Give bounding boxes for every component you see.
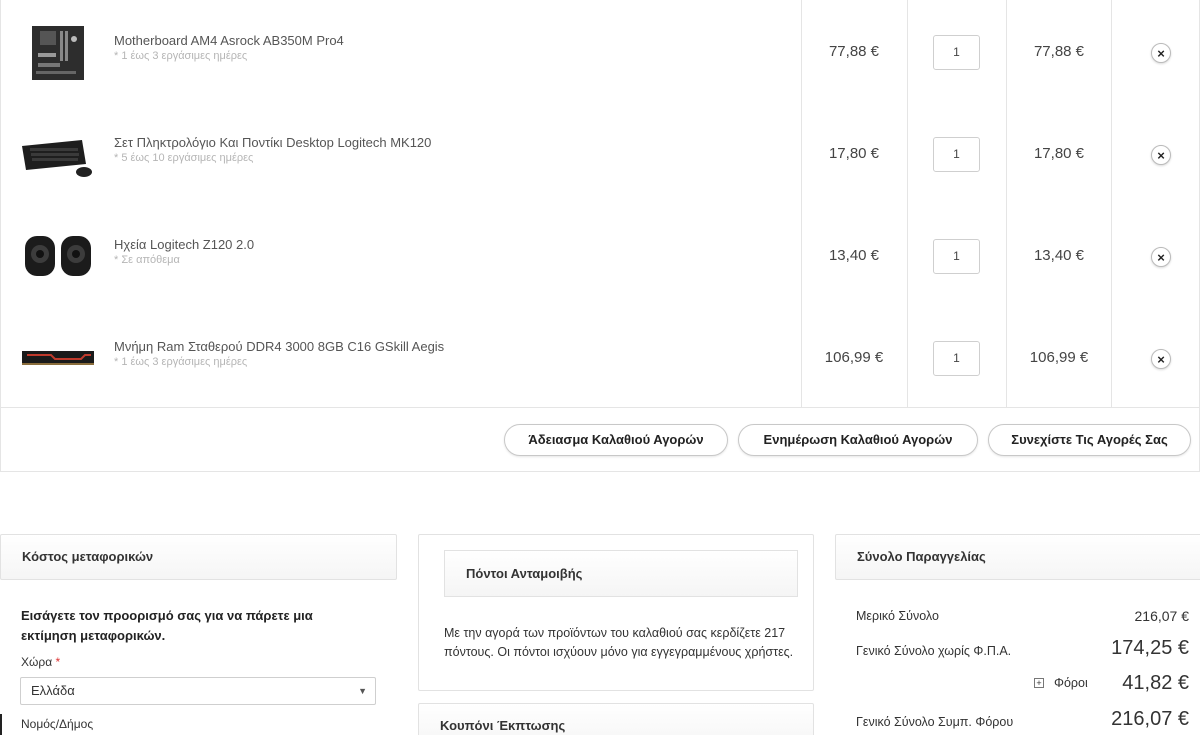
shipping-intro: Εισάγετε τον προορισμό σας για να πάρετε… xyxy=(21,608,313,643)
continue-shopping-button[interactable]: Συνεχίστε Τις Αγορές Σας xyxy=(988,424,1191,456)
product-availability: * 5 έως 10 εργάσιμες ημέρες xyxy=(114,152,254,164)
line-total: 77,88 € xyxy=(1033,43,1085,60)
reward-points-title: Πόντοι Ανταμοιβής xyxy=(444,550,798,597)
country-select[interactable]: Ελλάδα ▼ xyxy=(20,677,376,705)
order-summary-title: Σύνολο Παραγγελίας xyxy=(835,534,1200,580)
net-total-label: Γενικό Σύνολο χωρίς Φ.Π.Α. xyxy=(856,644,1012,658)
quantity-input[interactable]: 1 xyxy=(933,137,980,172)
tax-value: 41,82 € xyxy=(1122,672,1189,694)
cart-row: Σετ Πληκτρολόγιο Και Ποντίκι Desktop Log… xyxy=(1,102,1200,204)
required-marker: * xyxy=(55,655,61,669)
motherboard-image[interactable] xyxy=(19,18,97,88)
cart-row: Motherboard AM4 Asrock AB350M Pro4 * 1 έ… xyxy=(1,0,1200,102)
product-name[interactable]: Μνήμη Ram Σταθερού DDR4 3000 8GB C16 GSk… xyxy=(114,339,444,354)
line-total: 17,80 € xyxy=(1033,145,1085,162)
unit-price: 17,80 € xyxy=(828,145,880,162)
remove-item-button[interactable]: × xyxy=(1151,349,1171,369)
unit-price: 77,88 € xyxy=(828,43,880,60)
cart-row: Μνήμη Ram Σταθερού DDR4 3000 8GB C16 GSk… xyxy=(1,306,1200,408)
close-icon: × xyxy=(1157,147,1165,163)
country-label: Χώρα * xyxy=(21,655,60,669)
shipping-panel-title: Κόστος μεταφορικών xyxy=(0,534,397,580)
update-cart-button[interactable]: Ενημέρωση Καλαθιού Αγορών xyxy=(738,424,978,456)
tax-label: Φόροι xyxy=(1054,676,1088,690)
grand-total-value: 216,07 € xyxy=(1111,708,1189,730)
quantity-input[interactable]: 1 xyxy=(933,35,980,70)
reward-points-text: Με την αγορά των προϊόντων του καλαθιού … xyxy=(444,626,794,659)
cart-table: Motherboard AM4 Asrock AB350M Pro4 * 1 έ… xyxy=(0,0,1200,472)
dropdown-arrow-icon: ▼ xyxy=(358,686,367,696)
keyboard-mouse-image[interactable] xyxy=(19,120,97,190)
close-icon: × xyxy=(1157,351,1165,367)
line-total: 106,99 € xyxy=(1029,349,1089,366)
product-availability: * 1 έως 3 εργάσιμες ημέρες xyxy=(114,356,248,368)
cart-row: Ηχεία Logitech Z120 2.0 * Σε απόθεμα 13,… xyxy=(1,204,1200,306)
product-name[interactable]: Motherboard AM4 Asrock AB350M Pro4 xyxy=(114,33,344,48)
product-name[interactable]: Ηχεία Logitech Z120 2.0 xyxy=(114,237,254,252)
close-icon: × xyxy=(1157,249,1165,265)
product-availability: * 1 έως 3 εργάσιμες ημέρες xyxy=(114,50,248,62)
remove-item-button[interactable]: × xyxy=(1151,247,1171,267)
grand-total-label: Γενικό Σύνολο Συμπ. Φόρου xyxy=(856,715,1014,729)
net-total-value: 174,25 € xyxy=(1111,637,1189,659)
speakers-image[interactable] xyxy=(19,221,97,291)
quantity-input[interactable]: 1 xyxy=(933,341,980,376)
product-availability: * Σε απόθεμα xyxy=(114,254,180,266)
expand-plus-icon[interactable]: + xyxy=(1034,678,1044,688)
remove-item-button[interactable]: × xyxy=(1151,43,1171,63)
region-label: Νομός/Δήμος xyxy=(21,717,94,731)
country-label-text: Χώρα xyxy=(21,655,53,669)
divider xyxy=(1,407,1200,408)
edge-marker xyxy=(0,714,2,735)
unit-price: 106,99 € xyxy=(824,349,884,366)
empty-cart-button[interactable]: Άδειασμα Καλαθιού Αγορών xyxy=(504,424,728,456)
coupon-panel-title[interactable]: Κουπόνι Έκπτωσης xyxy=(418,703,814,735)
subtotal-value: 216,07 € xyxy=(1134,608,1190,624)
product-name[interactable]: Σετ Πληκτρολόγιο Και Ποντίκι Desktop Log… xyxy=(114,135,431,150)
remove-item-button[interactable]: × xyxy=(1151,145,1171,165)
close-icon: × xyxy=(1157,45,1165,61)
line-total: 13,40 € xyxy=(1033,247,1085,264)
quantity-input[interactable]: 1 xyxy=(933,239,980,274)
subtotal-label: Μερικό Σύνολο xyxy=(856,609,939,623)
country-select-value: Ελλάδα xyxy=(31,683,75,698)
ram-image[interactable] xyxy=(19,322,97,392)
unit-price: 13,40 € xyxy=(828,247,880,264)
